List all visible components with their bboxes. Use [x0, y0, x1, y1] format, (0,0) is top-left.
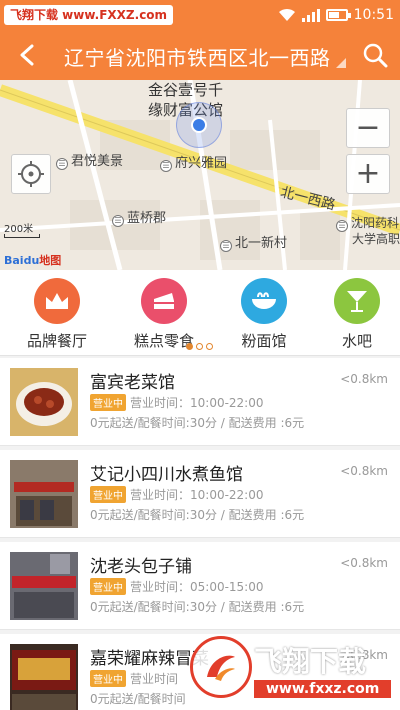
battery-icon: [325, 9, 351, 21]
baidu-logo: Baidu地图: [4, 252, 61, 268]
shop-hours-row: 营业中 营业时间: [90, 670, 178, 687]
shop-name: 沈老头包子铺: [90, 557, 192, 577]
category-pager: [186, 343, 213, 350]
shop-distance: <0.8km: [340, 464, 388, 478]
pager-dot: [206, 343, 213, 350]
shop-photo: [10, 368, 78, 436]
category-bar: 品牌餐厅 糕点零食 粉面馆 水吧: [0, 270, 400, 356]
shop-photo: [10, 644, 78, 710]
shop-delivery-info: 0元起送/配餐时间:30分 / 配送费用 :6元: [90, 416, 305, 430]
search-button[interactable]: [358, 38, 392, 72]
map-poi-1[interactable]: ☰ 君悦美景: [56, 150, 123, 170]
baidu-logo-cn: 地图: [39, 254, 62, 267]
poi-marker-icon: ☰: [56, 158, 68, 170]
signal-icon: [301, 8, 320, 22]
map-view[interactable]: 金谷壹号千 缘财富公馆 ☰ 君悦美景 ☰ 府兴雅园 ☰ 蓝桥郡 ☰ 北一新村 ☰ 沈阳药科…: [0, 80, 400, 270]
shop-name: 富宾老菜馆: [90, 373, 175, 393]
category-label: 水吧: [341, 332, 372, 350]
back-arrow-icon: [20, 44, 34, 66]
zoom-out-button[interactable]: −: [346, 108, 390, 148]
shop-distance: <0.8km: [340, 372, 388, 386]
open-status-badge: 营业中: [90, 486, 126, 503]
watermark-badge: 飞翔下载 www.FXXZ.com: [4, 5, 174, 25]
category-noodle-shop[interactable]: 粉面馆: [219, 278, 309, 351]
category-drink-bar[interactable]: 水吧: [312, 278, 400, 351]
shop-item[interactable]: 艾记小四川水煮鱼馆 <0.8km 营业中 营业时间：10:00-22:00 0元起…: [0, 450, 400, 538]
poi-label: 府兴雅园: [175, 156, 228, 171]
clock: 10:51: [353, 7, 394, 23]
poi-marker-icon: ☰: [336, 220, 348, 232]
shop-hours: 营业时间：10:00-22:00: [130, 488, 264, 502]
poi-marker-icon: ☰: [160, 160, 172, 172]
open-status-badge: 营业中: [90, 578, 126, 595]
wifi-icon: [278, 8, 295, 21]
shop-hours-row: 营业中 营业时间：10:00-22:00: [90, 394, 264, 411]
shop-hours: 营业时间: [130, 672, 179, 686]
shop-photo: [10, 552, 78, 620]
current-location-dot: [191, 117, 207, 133]
zoom-in-button[interactable]: +: [346, 154, 390, 194]
category-label: 粉面馆: [241, 332, 287, 350]
cocktail-icon: [334, 278, 380, 324]
map-poi-5-line2: 大学高职: [352, 232, 400, 246]
crown-icon: [34, 278, 80, 324]
watermark-logo: 飞翔下载 www.fxxz.com: [190, 636, 394, 708]
poi-label: 君悦美景: [71, 154, 124, 169]
category-pastry-snacks[interactable]: 糕点零食: [119, 278, 209, 351]
poi-label: 蓝桥郡: [127, 211, 167, 226]
cake-icon: [141, 278, 187, 324]
shop-delivery-info: 0元起送/配餐时间:30分 / 配送费用 :6元: [90, 508, 305, 522]
place-name-line1: 金谷壹号千: [148, 81, 224, 99]
shop-hours: 营业时间：10:00-22:00: [130, 396, 264, 410]
map-scale-bar: [4, 234, 40, 238]
shop-hours: 营业时间：05:00-15:00: [130, 580, 264, 594]
shop-hours-row: 营业中 营业时间：10:00-22:00: [90, 486, 264, 503]
poi-label: 北一新村: [235, 236, 288, 251]
map-scale-label: 200米: [4, 224, 34, 235]
map-poi-2[interactable]: ☰ 府兴雅园: [160, 152, 227, 172]
watermark-emblem-icon: [190, 636, 252, 698]
shop-name: 艾记小四川水煮鱼馆: [90, 465, 243, 485]
category-label: 品牌餐厅: [26, 332, 87, 350]
locate-me-button[interactable]: [11, 154, 51, 194]
map-poi-3[interactable]: ☰ 蓝桥郡: [112, 207, 166, 227]
location-title[interactable]: 辽宁省沈阳市铁西区北一西路: [64, 42, 331, 71]
shop-distance: <0.8km: [340, 556, 388, 570]
open-status-badge: 营业中: [90, 394, 126, 411]
shop-hours-row: 营业中 营业时间：05:00-15:00: [90, 578, 264, 595]
map-poi-4[interactable]: ☰ 北一新村: [220, 232, 287, 252]
pager-dot: [186, 343, 193, 350]
status-icons: 10:51: [278, 5, 394, 25]
shop-item[interactable]: 富宾老菜馆 <0.8km 营业中 营业时间：10:00-22:00 0元起送/配餐…: [0, 358, 400, 446]
shop-delivery-info: 0元起送/配餐时间: [90, 692, 186, 706]
poi-marker-icon: ☰: [220, 240, 232, 252]
header-bar: 辽宁省沈阳市铁西区北一西路: [0, 30, 400, 80]
shop-delivery-info: 0元起送/配餐时间:30分 / 配送费用 :6元: [90, 600, 305, 614]
watermark-url: www.fxxz.com: [254, 680, 392, 698]
category-brand-restaurant[interactable]: 品牌餐厅: [12, 278, 102, 351]
poi-label: 沈阳药科: [351, 216, 400, 230]
open-status-badge: 营业中: [90, 670, 126, 687]
watermark-brand: 飞翔下载: [254, 645, 367, 678]
noodle-bowl-icon: [241, 278, 287, 324]
dropdown-corner-icon: [336, 58, 346, 68]
status-bar: 飞翔下载 www.FXXZ.com 10:51: [0, 0, 400, 30]
pager-dot: [196, 343, 203, 350]
back-button[interactable]: [10, 38, 44, 72]
shop-item[interactable]: 沈老头包子铺 <0.8km 营业中 营业时间：05:00-15:00 0元起送/配…: [0, 542, 400, 630]
baidu-logo-text: Baidu: [4, 254, 40, 267]
search-icon: [363, 43, 388, 68]
crosshair-icon: [18, 161, 44, 187]
shop-photo: [10, 460, 78, 528]
poi-marker-icon: ☰: [112, 215, 124, 227]
